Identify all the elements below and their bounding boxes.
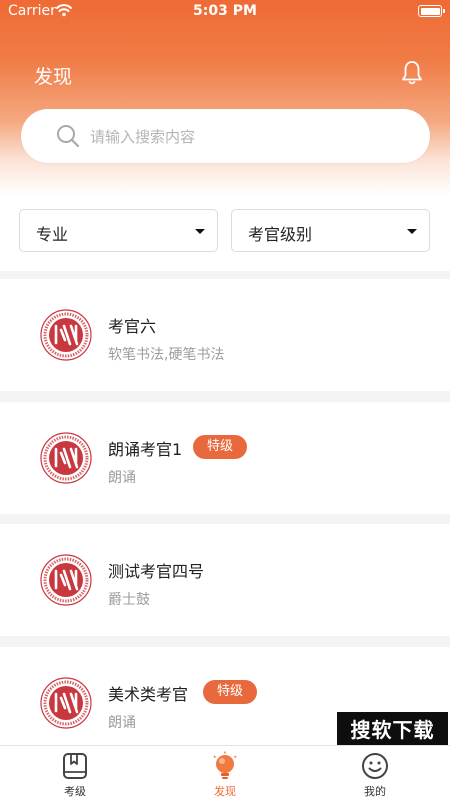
examiner-subjects: 软笔书法,硬笔书法	[108, 347, 225, 363]
major-dropdown[interactable]: 专业	[19, 209, 218, 252]
tab-discover-label: 发现	[214, 785, 236, 798]
search-placeholder: 请输入搜索内容	[90, 128, 196, 146]
lightbulb-icon	[213, 751, 237, 779]
tab-mine-label: 我的	[364, 785, 386, 798]
search-icon	[57, 125, 80, 148]
level-badge: 特级	[193, 435, 248, 459]
examiner-subjects: 朗诵	[108, 715, 136, 731]
search-input[interactable]: 请输入搜索内容	[21, 109, 430, 163]
examiner-level-dropdown[interactable]: 考官级别	[231, 209, 430, 252]
tab-mine[interactable]: 我的	[300, 746, 450, 799]
examiner-level-dropdown-label: 考官级别	[248, 225, 313, 244]
examiner-avatar-logo	[40, 432, 92, 484]
examiner-avatar-logo	[40, 554, 92, 606]
bell-icon[interactable]	[400, 60, 424, 86]
examiner-subjects: 朗诵	[108, 470, 136, 486]
examiner-card[interactable]: 测试考官四号 爵士鼓	[0, 524, 450, 636]
examiner-card[interactable]: 朗诵考官1 特级 朗诵	[0, 402, 450, 514]
examiner-avatar-logo	[40, 677, 92, 729]
watermark: 搜软下载	[337, 712, 448, 749]
status-bar: Carrier 5:03 PM	[0, 0, 450, 24]
battery-icon	[418, 5, 445, 17]
chevron-down-icon	[195, 229, 205, 234]
major-dropdown-label: 专业	[36, 225, 69, 244]
examiner-avatar-logo	[40, 309, 92, 361]
header-background: Carrier 5:03 PM 发现 请输入搜索内容	[0, 0, 450, 195]
examiner-name: 美术类考官	[108, 685, 189, 704]
examiner-card[interactable]: 考官六 软笔书法,硬笔书法	[0, 279, 450, 391]
smiley-icon	[362, 753, 388, 779]
book-icon	[63, 753, 87, 779]
examiner-name: 测试考官四号	[108, 562, 205, 581]
examiner-subjects: 爵士鼓	[108, 592, 150, 608]
page-title: 发现	[34, 66, 73, 88]
tab-exam[interactable]: 考级	[0, 746, 150, 799]
tab-bar: 考级 发现 我的	[0, 745, 450, 799]
clock: 5:03 PM	[193, 3, 257, 19]
tab-discover[interactable]: 发现	[150, 746, 300, 799]
filter-bar: 专业 考官级别	[0, 195, 450, 271]
examiner-name: 考官六	[108, 317, 157, 336]
examiner-name: 朗诵考官1	[108, 440, 183, 459]
tab-exam-label: 考级	[64, 785, 86, 798]
chevron-down-icon	[407, 229, 417, 234]
level-badge: 特级	[203, 680, 258, 704]
